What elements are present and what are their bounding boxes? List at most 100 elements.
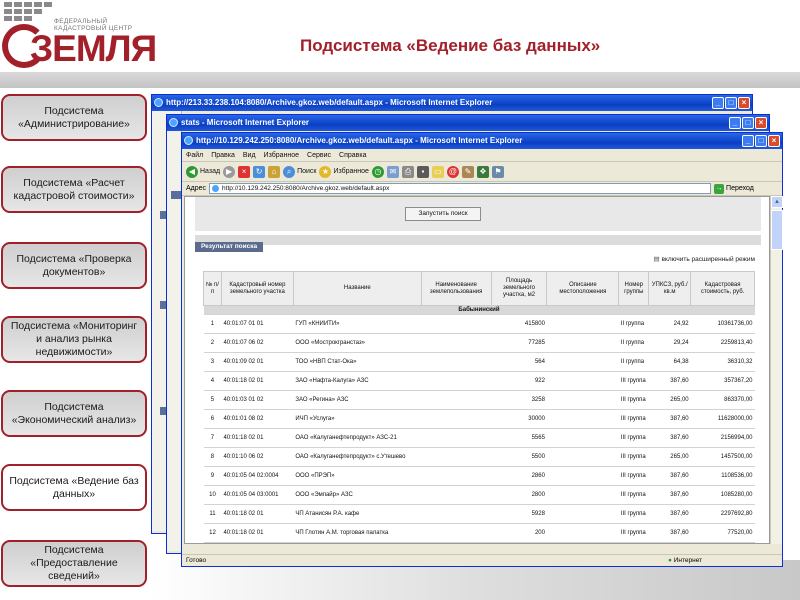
cell-grp: II группа	[618, 314, 649, 334]
table-header-row: № п/п Кадастровый номер земельного участ…	[203, 271, 755, 306]
cell-cad: 40:01:10 06 02	[221, 447, 294, 467]
cell-area: 2860	[491, 466, 547, 486]
table-row[interactable]: 7 40:01:18 02 01 ОАО «Калуганефтепродукт» …	[203, 428, 755, 448]
nav-item-administration[interactable]: Подсистема «Администрирование»	[1, 94, 147, 141]
cell-n: 12	[203, 523, 222, 543]
page-title: Подсистема «Ведение баз данных»	[300, 36, 601, 55]
discuss-button[interactable]: ⚑	[491, 165, 504, 178]
cell-grp: III группа	[618, 428, 649, 448]
ie-window-front[interactable]: http://10.129.242.250:8080/Archive.gkoz.…	[181, 132, 783, 567]
forward-button[interactable]: ▶	[223, 165, 236, 178]
cell-cad: 40:01:18 02 01	[221, 371, 294, 391]
cell-upk: 265,00	[648, 447, 691, 467]
go-button[interactable]: → Переход	[714, 183, 754, 194]
messenger-button[interactable]: ✎	[461, 165, 474, 178]
menu-favorites[interactable]: Избранное	[264, 149, 299, 161]
minimize-button[interactable]: _	[729, 117, 741, 129]
extended-mode-link[interactable]: включить расширенный режим	[654, 255, 755, 263]
cell-grp: II группа	[618, 352, 649, 372]
cell-n: 5	[203, 390, 222, 410]
edit-button[interactable]: ▪	[416, 165, 429, 178]
table-row[interactable]: 6 40:01:01 08 02 ИЧП «Услуга» 30000 III груп…	[203, 409, 755, 429]
nav-item-cadastral-cost[interactable]: Подсистема «Расчет кадастровой стоимости…	[1, 166, 147, 213]
scroll-thumb[interactable]	[771, 210, 783, 250]
window-title: stats - Microsoft Internet Explorer	[181, 118, 310, 127]
col-header: № п/п	[203, 271, 222, 306]
search-panel: Запустить поиск	[195, 197, 761, 231]
cell-grp: III группа	[618, 447, 649, 467]
table-row[interactable]: 11 40:01:18 02 01 ЧП Атанисян Р.А. кафе 592…	[203, 504, 755, 524]
home-icon: ⌂	[268, 165, 281, 178]
cell-cost: 77520,00	[690, 523, 755, 543]
favorites-button[interactable]: ★ Избранное	[319, 165, 369, 178]
cell-name: ТОО «НВП Стат-Ока»	[293, 352, 422, 372]
table-row[interactable]: 10 40:01:05 04 03:0001 ООО «Эмпайр» АЗС 280…	[203, 485, 755, 505]
maximize-button[interactable]: □	[725, 97, 737, 109]
mail-button[interactable]: ✉	[386, 165, 399, 178]
nav-item-economic-analysis[interactable]: Подсистема «Экономический анализ»	[1, 390, 147, 437]
logo-org-line1: ФЕДЕРАЛЬНЫЙ	[54, 18, 108, 25]
mail-icon: ✉	[386, 165, 399, 178]
header-band	[0, 72, 800, 88]
cell-n: 6	[203, 409, 222, 429]
window-title-bar: stats - Microsoft Internet Explorer _ □ ×	[167, 115, 769, 131]
maximize-button[interactable]: □	[742, 117, 754, 129]
close-button[interactable]: ×	[768, 135, 780, 147]
refresh-icon: ↻	[253, 165, 266, 178]
nav-item-information-provision[interactable]: Подсистема «Предоставление сведений»	[1, 540, 147, 587]
cell-upk: 387,60	[648, 466, 691, 486]
cell-upk: 387,60	[648, 523, 691, 543]
address-input[interactable]: http://10.129.242.250:8080/Archive.gkoz.…	[209, 183, 712, 194]
cell-area: 200	[491, 523, 547, 543]
print-button[interactable]: ⎙	[401, 165, 414, 178]
nav-item-database[interactable]: Подсистема «Ведение баз данных»	[1, 464, 147, 511]
cell-n: 10	[203, 485, 222, 505]
cell-grp: III группа	[618, 409, 649, 429]
window-title-bar: http://213.33.238.104:8080/Archive.gkoz.…	[152, 95, 752, 111]
menu-help[interactable]: Справка	[339, 149, 366, 161]
cell-n: 8	[203, 447, 222, 467]
close-button[interactable]: ×	[755, 117, 767, 129]
table-row[interactable]: 1 40:01:07 01 01 ГУП «КНИИТИ» 415800 II груп…	[203, 314, 755, 334]
result-title: Результат поиска	[195, 242, 264, 252]
minimize-button[interactable]: _	[742, 135, 754, 147]
search-button[interactable]: ⌕ Поиск	[283, 165, 316, 178]
back-button[interactable]: ◀ Назад	[186, 165, 220, 178]
table-row[interactable]: 4 40:01:18 02 01 ЗАО «Нафта-Калуга» АЗС 922…	[203, 371, 755, 391]
cell-cad: 40:01:09 02 01	[221, 352, 294, 372]
research-button[interactable]: ❖	[476, 165, 489, 178]
table-row[interactable]: 9 40:01:05 04 02:0004 ООО «ПРЭП» 2860 III гр…	[203, 466, 755, 486]
home-button[interactable]: ⌂	[268, 165, 281, 178]
minimize-button[interactable]: _	[712, 97, 724, 109]
stop-button[interactable]: ×	[238, 165, 251, 178]
ie-icon	[169, 118, 178, 127]
maximize-button[interactable]: □	[755, 135, 767, 147]
cell-cost: 11628000,00	[690, 409, 755, 429]
research-icon: ❖	[476, 165, 489, 178]
menu-view[interactable]: Вид	[243, 149, 256, 161]
history-button[interactable]: ◷	[371, 165, 384, 178]
status-zone: Интернет	[668, 555, 702, 566]
nav-item-market-monitoring[interactable]: Подсистема «Мониторинг и анализ рынка не…	[1, 316, 147, 363]
table-row[interactable]: 2 40:01:07 06 02 ООО «Мострокгранстаз» 7728…	[203, 333, 755, 353]
result-header: Результат поиска	[195, 235, 761, 252]
at-button[interactable]: @	[446, 165, 459, 178]
close-button[interactable]: ×	[738, 97, 750, 109]
vertical-scrollbar[interactable]: ▲	[770, 196, 783, 544]
menu-tools[interactable]: Сервис	[307, 149, 331, 161]
table-row[interactable]: 5 40:01:03 01 02 ЗАО «Регина» АЗС 3258 III г…	[203, 390, 755, 410]
table-row[interactable]: 3 40:01:09 02 01 ТОО «НВП Стат-Ока» 564 II г…	[203, 352, 755, 372]
forward-arrow-icon: ▶	[223, 165, 236, 178]
status-bar: Готово Интернет	[182, 554, 782, 566]
refresh-button[interactable]: ↻	[253, 165, 266, 178]
scroll-up-icon[interactable]: ▲	[771, 196, 783, 208]
folder-button[interactable]: ▭	[431, 165, 444, 178]
table-row[interactable]: 8 40:01:10 06 02 ОАО «Калуганефтепродукт» …	[203, 447, 755, 467]
menu-edit[interactable]: Правка	[211, 149, 235, 161]
run-search-button[interactable]: Запустить поиск	[405, 207, 481, 221]
nav-item-document-check[interactable]: Подсистема «Проверка документов»	[1, 242, 147, 289]
stop-icon: ×	[238, 165, 251, 178]
table-row[interactable]: 12 40:01:18 02 01 ЧП Глотин А.М. торговая …	[203, 523, 755, 543]
star-icon: ★	[319, 165, 332, 178]
menu-file[interactable]: Файл	[186, 149, 203, 161]
